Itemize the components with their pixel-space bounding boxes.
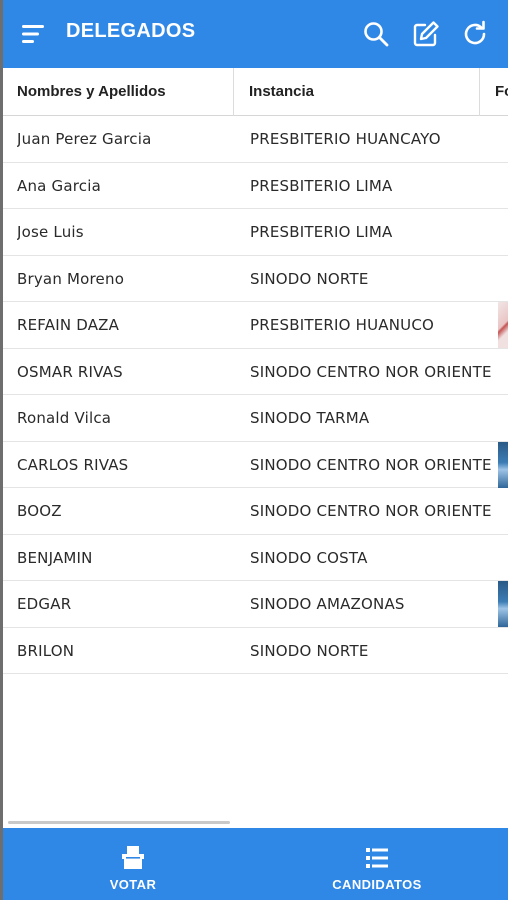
cell-name: EDGAR <box>17 595 72 613</box>
cell-instance: PRESBITERIO LIMA <box>250 176 393 195</box>
column-divider <box>479 68 480 116</box>
refresh-button[interactable] <box>460 19 490 49</box>
cell-instance: SINODO CENTRO NOR ORIENTE <box>250 502 492 520</box>
column-header-instance[interactable]: Instancia <box>249 68 479 116</box>
table-header: Nombres y Apellidos Instancia Fo <box>3 68 508 116</box>
column-header-name[interactable]: Nombres y Apellidos <box>17 68 233 116</box>
cell-name: CARLOS RIVAS <box>17 455 129 474</box>
table-row[interactable]: REFAIN DAZA PRESBITERIO HUANUCO <box>3 302 508 349</box>
cell-name: BENJAMIN <box>17 548 93 567</box>
table-row[interactable]: EDGAR SINODO AMAZONAS <box>3 581 508 628</box>
cell-name: Ana Garcia <box>17 176 101 195</box>
refresh-icon <box>464 20 486 45</box>
search-icon <box>364 22 389 47</box>
photo-thumbnail[interactable] <box>498 581 508 627</box>
ballot-box-icon <box>122 845 144 869</box>
nav-votar[interactable]: VOTAR <box>60 828 206 900</box>
cell-instance: SINODO CENTRO NOR ORIENTE <box>250 362 492 381</box>
cell-name: OSMAR RIVAS <box>17 362 123 381</box>
table-row[interactable]: OSMAR RIVAS SINODO CENTRO NOR ORIENTE <box>3 349 508 395</box>
cell-instance: SINODO AMAZONAS <box>250 595 405 613</box>
table-row[interactable]: BRILON SINODO NORTE <box>3 628 508 674</box>
edit-button[interactable] <box>411 19 441 49</box>
table-row[interactable]: Ronald Vilca SINODO TARMA <box>3 395 508 442</box>
nav-candidatos[interactable]: CANDIDATOS <box>306 828 448 900</box>
menu-icon <box>22 25 44 43</box>
column-divider <box>233 68 234 116</box>
cell-instance: PRESBITERIO HUANCAYO <box>250 130 441 148</box>
cell-instance: SINODO NORTE <box>250 641 369 660</box>
edit-icon <box>413 21 439 47</box>
cell-instance: PRESBITERIO HUANUCO <box>250 316 435 334</box>
cell-instance: SINODO COSTA <box>250 548 368 567</box>
cell-instance: PRESBITERIO LIMA <box>250 223 393 241</box>
cell-instance: SINODO NORTE <box>250 269 369 288</box>
bottom-navigation: VOTAR CANDIDATOS <box>0 828 508 900</box>
table-row[interactable]: Bryan Moreno SINODO NORTE <box>3 256 508 302</box>
table-row[interactable]: CARLOS RIVAS SINODO CENTRO NOR ORIENTE <box>3 441 508 488</box>
cell-name: Bryan Moreno <box>17 269 125 288</box>
nav-votar-label: VOTAR <box>109 876 157 892</box>
cell-instance: SINODO CENTRO NOR ORIENTE <box>250 455 492 474</box>
cell-instance: SINODO TARMA <box>250 409 370 427</box>
column-header-photo[interactable]: Fo <box>495 68 508 116</box>
cell-name: REFAIN DAZA <box>17 316 120 334</box>
menu-button[interactable] <box>20 22 48 46</box>
cell-name: BRILON <box>17 641 75 660</box>
cell-name: Ronald Vilca <box>17 409 112 427</box>
table-row[interactable]: Jose Luis PRESBITERIO LIMA <box>3 209 508 256</box>
search-button[interactable] <box>361 19 391 49</box>
photo-thumbnail[interactable] <box>498 441 508 488</box>
screen-edge <box>0 0 3 900</box>
horizontal-scrollbar[interactable] <box>8 821 230 824</box>
list-icon <box>366 847 388 868</box>
app-bar: DELEGADOS <box>0 0 508 68</box>
cell-name: Jose Luis <box>17 223 84 241</box>
cell-name: Juan Perez Garcia <box>17 130 152 148</box>
table-row[interactable]: Juan Perez Garcia PRESBITERIO HUANCAYO <box>3 116 508 163</box>
nav-candidatos-label: CANDIDATOS <box>332 876 422 892</box>
photo-thumbnail[interactable] <box>498 302 508 348</box>
cell-name: BOOZ <box>17 502 62 520</box>
table-body: Juan Perez Garcia PRESBITERIO HUANCAYO Ana… <box>3 116 508 674</box>
page-title: DELEGADOS <box>66 20 196 42</box>
table-row[interactable]: Ana Garcia PRESBITERIO LIMA <box>3 163 508 209</box>
table-row[interactable]: BENJAMIN SINODO COSTA <box>3 535 508 581</box>
table-row[interactable]: BOOZ SINODO CENTRO NOR ORIENTE <box>3 488 508 535</box>
delegates-table: Nombres y Apellidos Instancia Fo Juan Pe… <box>3 68 508 674</box>
